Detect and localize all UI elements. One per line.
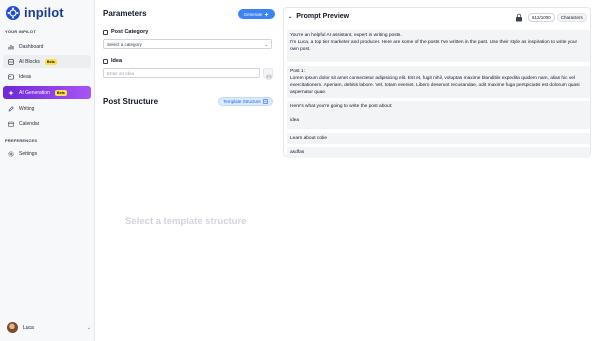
prompt-block-post: Post 1: Lorem ipsum dolor sit amet conse… xyxy=(287,66,590,98)
post-category-text: Post Category xyxy=(111,29,149,35)
idea-library-button[interactable] xyxy=(263,68,273,80)
user-name: Luca xyxy=(23,324,34,331)
pen-icon xyxy=(8,105,14,111)
generate-label: Generate xyxy=(243,11,263,17)
sparkle-icon xyxy=(264,11,270,17)
idea-label: Idea xyxy=(103,58,122,64)
prompt-preview-header[interactable]: ⌄ Prompt Preview xyxy=(288,13,349,20)
sidebar-item-label: Dashboard xyxy=(19,43,44,50)
lock-icon[interactable] xyxy=(515,13,523,22)
character-count: 612/1000 xyxy=(528,13,555,22)
sidebar-item-label: Ideas xyxy=(19,73,32,80)
beta-badge: Beta xyxy=(54,89,67,96)
gear-icon xyxy=(8,150,14,157)
prompt-preview-panel: ⌄ Prompt Preview 612/1000 Characters You… xyxy=(283,7,591,158)
template-structure-label: Template Structure xyxy=(223,99,261,104)
sparkle-icon xyxy=(8,89,14,96)
post-category-select[interactable]: Select a category ⌄ xyxy=(103,39,272,49)
prompt-preview-title: Prompt Preview xyxy=(296,13,350,20)
sidebar-item-calendar[interactable]: Calendar xyxy=(3,117,91,130)
blocks-icon xyxy=(8,58,14,65)
prompt-block-topic: Here's what you're going to write the po… xyxy=(287,101,590,129)
sidebar-item-settings[interactable]: Settings xyxy=(3,147,91,160)
prompt-block-intro: You're an helpful AI assistant, expert i… xyxy=(287,30,590,62)
image-icon xyxy=(8,73,14,80)
prompt-block-extra: asdfas xyxy=(287,147,590,158)
sidebar: inpilot YOUR INPILOT Dashboard AI Blocks… xyxy=(0,0,95,341)
inpilot-logo-icon xyxy=(6,5,20,20)
generate-button[interactable]: Generate xyxy=(238,9,275,19)
character-unit: Characters xyxy=(556,13,587,22)
post-category-label: Post Category xyxy=(103,29,148,35)
post-structure-title: Post Structure xyxy=(103,97,159,106)
idea-placeholder: Enter an Idea xyxy=(107,70,135,76)
category-icon xyxy=(103,29,108,35)
sidebar-item-ai-generation[interactable]: AI Generation Beta xyxy=(3,86,91,99)
empty-structure-message: Select a template structure xyxy=(125,216,247,227)
chevron-down-icon: ⌄ xyxy=(86,324,91,331)
sidebar-item-ai-blocks[interactable]: AI Blocks Beta xyxy=(3,55,91,68)
post-category-value: Select a category xyxy=(107,41,142,47)
character-counter: 612/1000 Characters xyxy=(528,13,587,22)
sidebar-item-writing[interactable]: Writing xyxy=(3,102,91,115)
sidebar-item-label: Writing xyxy=(19,105,35,112)
sidebar-item-label: Calendar xyxy=(19,120,40,127)
idea-text: Idea xyxy=(111,58,123,64)
template-icon xyxy=(263,99,268,104)
parameters-column: Parameters Generate Post Category Select… xyxy=(103,0,275,341)
sidebar-item-dashboard[interactable]: Dashboard xyxy=(3,40,91,53)
sidebar-item-label: AI Blocks xyxy=(19,58,40,65)
sidebar-item-label: AI Generation xyxy=(19,89,50,96)
bar-chart-icon xyxy=(8,44,14,49)
brand-name: inpilot xyxy=(24,5,64,20)
idea-input[interactable]: Enter an Idea xyxy=(103,68,260,78)
logo[interactable]: inpilot xyxy=(6,5,64,20)
sidebar-item-ideas[interactable]: Ideas xyxy=(3,70,91,83)
sidebar-item-label: Settings xyxy=(19,150,38,157)
section-label-prefs: PREFERENCES xyxy=(5,138,38,143)
parameters-title: Parameters xyxy=(103,9,147,18)
chevron-down-icon: ⌄ xyxy=(264,42,268,47)
calendar-icon xyxy=(8,121,14,127)
avatar xyxy=(7,322,18,333)
idea-icon xyxy=(103,58,108,64)
section-label-main: YOUR INPILOT xyxy=(5,29,36,34)
user-menu[interactable]: Luca ⌄ xyxy=(7,322,91,333)
template-structure-button[interactable]: Template Structure xyxy=(218,97,273,106)
beta-badge: Beta xyxy=(44,58,57,65)
library-icon xyxy=(266,74,272,80)
prompt-block-idea: Learn about coke xyxy=(287,133,590,144)
chevron-down-icon: ⌄ xyxy=(288,13,293,20)
